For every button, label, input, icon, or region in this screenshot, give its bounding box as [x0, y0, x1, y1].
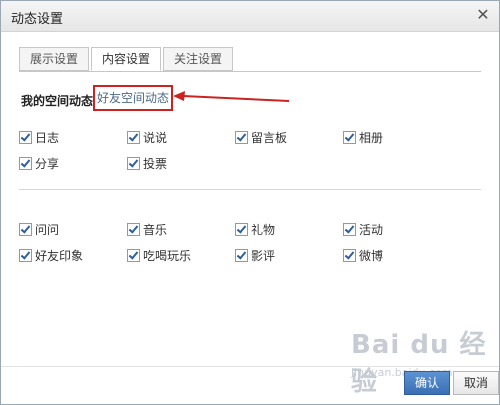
option-message-board[interactable]: 留言板	[235, 129, 343, 146]
options-row: 分享 投票	[19, 150, 451, 176]
option-weibo[interactable]: 微博	[343, 247, 451, 264]
checkbox[interactable]	[235, 248, 248, 262]
option-label: 投票	[143, 156, 168, 171]
option-status[interactable]: 说说	[127, 129, 235, 146]
option-share[interactable]: 分享	[19, 155, 127, 172]
option-friend-impression[interactable]: 好友印象	[19, 247, 127, 264]
option-label: 留言板	[251, 130, 288, 145]
checkbox[interactable]	[19, 156, 32, 170]
checkbox[interactable]	[127, 130, 140, 144]
option-vote[interactable]: 投票	[127, 155, 235, 172]
option-label: 影评	[251, 248, 276, 263]
option-diary[interactable]: 日志	[19, 129, 127, 146]
options-row: 问问 音乐 礼物 活动	[19, 216, 451, 242]
title-bar: 动态设置 ✕	[1, 1, 499, 32]
tab-bar: 展示设置 内容设置 关注设置	[19, 47, 234, 71]
checkbox[interactable]	[235, 130, 248, 144]
option-label: 好友印象	[35, 248, 84, 263]
checkbox[interactable]	[127, 248, 140, 262]
checkbox[interactable]	[127, 222, 140, 236]
checkbox[interactable]	[235, 222, 248, 236]
option-label: 说说	[143, 130, 168, 145]
checkbox[interactable]	[127, 156, 140, 170]
tab-content-settings[interactable]: 内容设置	[91, 47, 162, 71]
options-row: 日志 说说 留言板 相册	[19, 124, 451, 150]
checkbox[interactable]	[19, 248, 32, 262]
confirm-button[interactable]: 确认	[404, 371, 450, 395]
dynamic-settings-dialog: 动态设置 ✕ 展示设置 内容设置 关注设置 我的空间动态 好友空间动态 日志 说…	[0, 0, 500, 405]
option-label: 礼物	[251, 222, 276, 237]
option-label: 日志	[35, 130, 60, 145]
option-food-fun[interactable]: 吃喝玩乐	[127, 247, 235, 264]
feed-options-group-1: 日志 说说 留言板 相册 分享 投票	[19, 124, 451, 176]
option-label: 分享	[35, 156, 60, 171]
feed-options-group-2: 问问 音乐 礼物 活动 好友印象 吃喝玩乐 影评 微博	[19, 216, 451, 268]
tab-follow-settings[interactable]: 关注设置	[163, 47, 234, 71]
option-ask[interactable]: 问问	[19, 221, 127, 238]
section-divider	[19, 189, 481, 190]
friend-space-feed-link[interactable]: 好友空间动态	[93, 85, 173, 111]
option-music[interactable]: 音乐	[127, 221, 235, 238]
option-label: 微博	[359, 248, 384, 263]
tab-underline	[19, 71, 481, 72]
checkbox[interactable]	[343, 248, 356, 262]
option-movie-review[interactable]: 影评	[235, 247, 343, 264]
checkbox[interactable]	[19, 222, 32, 236]
checkbox[interactable]	[343, 130, 356, 144]
option-label: 问问	[35, 222, 60, 237]
checkbox[interactable]	[343, 222, 356, 236]
option-label: 相册	[359, 130, 384, 145]
option-gift[interactable]: 礼物	[235, 221, 343, 238]
cancel-button[interactable]: 取消	[453, 371, 499, 395]
option-label: 吃喝玩乐	[143, 248, 192, 263]
dialog-title: 动态设置	[11, 12, 64, 27]
option-label: 活动	[359, 222, 384, 237]
checkbox[interactable]	[19, 130, 32, 144]
option-activity[interactable]: 活动	[343, 221, 451, 238]
my-space-feed-title: 我的空间动态	[21, 94, 94, 108]
option-album[interactable]: 相册	[343, 129, 451, 146]
close-icon[interactable]: ✕	[475, 7, 491, 23]
options-row: 好友印象 吃喝玩乐 影评 微博	[19, 242, 451, 268]
tab-display-settings[interactable]: 展示设置	[19, 47, 90, 71]
annotation-arrow-icon	[173, 91, 290, 102]
option-label: 音乐	[143, 222, 168, 237]
